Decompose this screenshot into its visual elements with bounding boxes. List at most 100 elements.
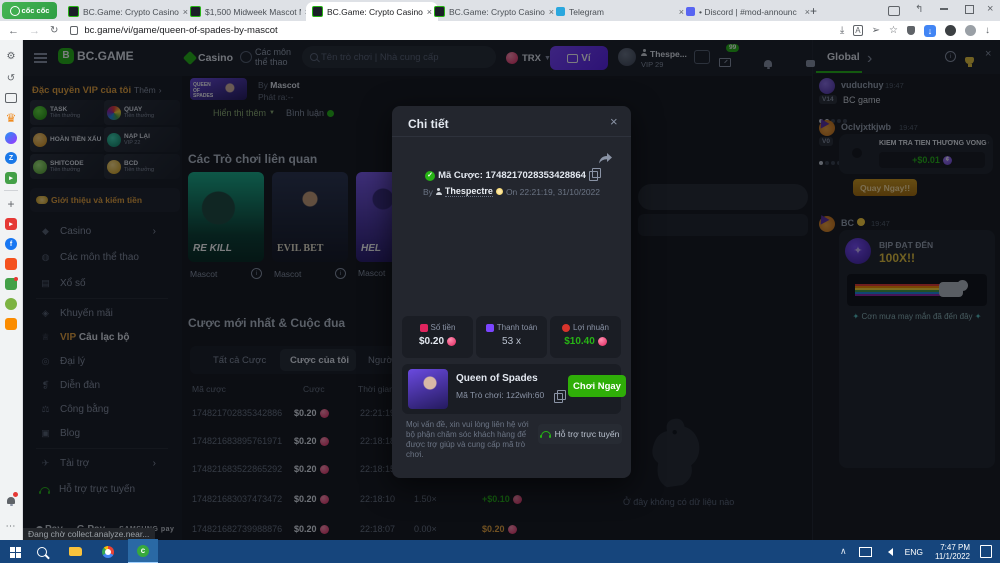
tab-mascot-promo[interactable]: $1,500 Midweek Mascot Mu ×	[184, 2, 316, 21]
window-close-button[interactable]: ×	[987, 3, 993, 15]
bcgame-favicon	[434, 6, 445, 17]
medal-icon	[496, 188, 503, 195]
telegram-favicon	[556, 7, 565, 16]
forward-icon[interactable]: →	[29, 25, 40, 37]
extension-icon[interactable]	[945, 25, 956, 36]
chrome-icon[interactable]	[102, 546, 114, 558]
new-tab-button[interactable]: +	[810, 4, 817, 18]
padlock-icon[interactable]	[70, 26, 78, 35]
profit-icon	[562, 324, 570, 332]
tab-bcgame-1[interactable]: BC.Game: Crypto Casino Gam ×	[62, 2, 194, 21]
feed-list-icon[interactable]	[3, 90, 19, 106]
settings-gear-icon[interactable]: ⚙	[3, 48, 19, 64]
profile-avatar[interactable]	[965, 25, 976, 36]
modal-game-id: Mã Trò chơi: 1z2wih:60	[456, 390, 544, 400]
stat-profit: Lợi nhuận $10.40	[550, 316, 621, 358]
shortcut-arrow-icon[interactable]: ↰	[915, 4, 923, 15]
tray-clock[interactable]: 7:47 PM 11/1/2022	[935, 543, 970, 561]
adblock-shield-icon[interactable]	[907, 26, 915, 35]
bet-details-modal: Chi tiết × ✓ Mã Cược: 174821702835342886…	[392, 106, 631, 478]
modal-game-card: Queen of Spades Mã Trò chơi: 1z2wih:60 C…	[402, 364, 621, 414]
save-page-icon[interactable]: ⤓	[840, 25, 844, 36]
file-explorer-icon[interactable]	[69, 547, 82, 556]
game-thumbnail[interactable]	[408, 369, 448, 409]
headset-icon	[541, 431, 551, 437]
screen: cốc cốc BC.Game: Crypto Casino Gam × $1,…	[0, 0, 1000, 563]
windows-taskbar: c ∧ ENG 7:47 PM 11/1/2022	[0, 540, 1000, 563]
tab-title: BC.Game: Crypto Casino Gam	[449, 7, 545, 17]
check-circle-icon: ✓	[425, 171, 435, 181]
language-indicator[interactable]: ENG	[905, 547, 923, 557]
translate-icon[interactable]: A	[853, 25, 862, 36]
modal-close-icon[interactable]: ×	[610, 114, 618, 129]
browser-address-bar: ← → ↻ bc.game/vi/game/queen-of-spades-by…	[0, 21, 1000, 40]
stat-value: $10.40	[564, 336, 595, 347]
stat-value: $0.20	[419, 336, 444, 347]
download-manager-icon[interactable]: ↓	[924, 25, 936, 37]
history-icon[interactable]: ↺	[3, 70, 19, 86]
bcgame-favicon	[190, 6, 201, 17]
url-text[interactable]: bc.game/vi/game/queen-of-spades-by-masco…	[84, 25, 277, 36]
coccoc-brand-label: cốc cốc	[22, 6, 50, 15]
action-center-icon[interactable]	[980, 545, 992, 558]
player-link[interactable]: Thespectre	[445, 186, 493, 197]
share-icon[interactable]: ➢	[872, 25, 880, 36]
sports-green-icon[interactable]	[3, 296, 19, 312]
copy-icon[interactable]	[589, 171, 598, 181]
back-icon[interactable]: ←	[8, 25, 19, 37]
play-now-button[interactable]: Chơi Ngay	[568, 375, 626, 397]
messenger-icon[interactable]	[3, 130, 19, 146]
tab-telegram[interactable]: Telegram ×	[550, 2, 690, 21]
bet-id-row: ✓ Mã Cược: 1748217028353428864	[392, 170, 631, 181]
coin-icon	[447, 337, 456, 346]
downloads-tray-icon[interactable]: ↓	[985, 25, 990, 36]
modal-help-text: Mọi vấn đề, xin vui lòng liên hệ với bộ …	[406, 420, 534, 460]
zalo-icon[interactable]: Z	[3, 150, 19, 166]
shop-orange-icon[interactable]	[3, 256, 19, 272]
add-shortcut-icon[interactable]: +	[3, 196, 19, 212]
stat-value: 53 x	[502, 336, 521, 347]
copy-icon[interactable]	[554, 393, 563, 403]
window-maximize-button[interactable]	[965, 5, 974, 14]
games-icon[interactable]: ▸	[3, 170, 19, 186]
modal-title: Chi tiết	[408, 117, 449, 131]
tab-bcgame-active[interactable]: BC.Game: Crypto Casino Gam ×	[306, 2, 438, 21]
shop-green-icon[interactable]	[3, 276, 19, 292]
youtube-icon[interactable]: ▸	[3, 216, 19, 232]
bcgame-favicon	[68, 6, 79, 17]
start-button[interactable]	[10, 547, 15, 552]
network-icon[interactable]	[859, 547, 872, 557]
cart-orange-icon[interactable]	[3, 316, 19, 332]
volume-icon[interactable]	[884, 548, 893, 556]
sidebar-divider	[4, 190, 18, 191]
stat-amount: Số tiền $0.20	[402, 316, 473, 358]
reload-icon[interactable]: ↻	[50, 25, 58, 36]
window-minimize-button[interactable]	[940, 8, 948, 10]
user-icon	[436, 192, 442, 195]
discord-favicon	[686, 7, 695, 16]
share-icon[interactable]	[598, 152, 613, 165]
tab-title: Telegram	[569, 7, 675, 17]
amount-icon	[420, 324, 428, 332]
bookmark-star-icon[interactable]: ☆	[889, 25, 898, 36]
tab-bcgame-2[interactable]: BC.Game: Crypto Casino Gam ×	[428, 2, 560, 21]
taskbar-search-icon[interactable]	[37, 547, 47, 557]
tab-discord[interactable]: • Discord | #mod-announc ×	[680, 2, 816, 21]
modal-divider	[392, 136, 631, 137]
browser-sidebar: ⚙ ↺ ♛ Z ▸ + ▸ f ⋯	[0, 40, 23, 540]
hot-deals-crown-icon[interactable]: ♛	[3, 110, 19, 126]
coccoc-logo-icon	[10, 6, 20, 16]
coccoc-taskbar-active[interactable]: c	[128, 539, 158, 563]
stat-payout: Thanh toán 53 x	[476, 316, 547, 358]
tab-title: BC.Game: Crypto Casino Gam	[327, 7, 423, 17]
tab-title: $1,500 Midweek Mascot Mu	[205, 7, 301, 17]
sidebar-more-icon[interactable]: ⋯	[3, 518, 19, 534]
tray-chevron-icon[interactable]: ∧	[840, 546, 847, 557]
payout-icon	[486, 324, 494, 332]
notifications-bell-icon[interactable]	[3, 492, 19, 508]
tab-search-icon[interactable]	[888, 6, 900, 16]
facebook-icon[interactable]: f	[3, 236, 19, 252]
coccoc-brand-button[interactable]: cốc cốc	[2, 2, 57, 19]
bet-byline: By Thespectre On 22:21:19, 31/10/2022	[392, 186, 631, 197]
live-support-button[interactable]: Hỗ trợ trực tuyến	[538, 424, 622, 444]
